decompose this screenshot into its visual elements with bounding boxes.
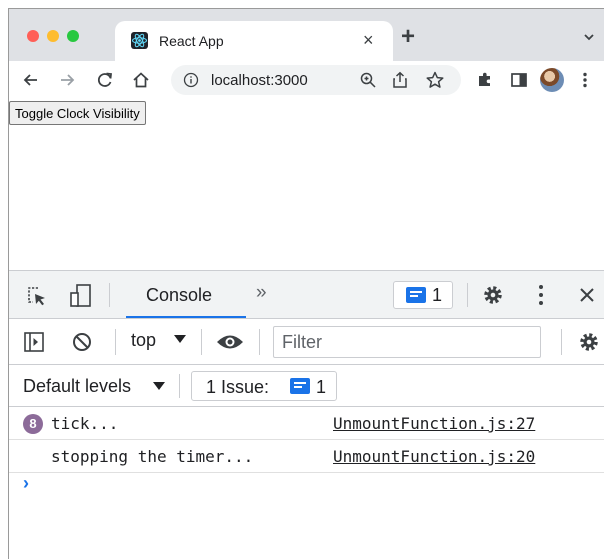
issue-message-icon: [406, 287, 426, 303]
kebab-menu-icon[interactable]: [575, 70, 595, 90]
share-icon[interactable]: [391, 71, 409, 89]
new-tab-button[interactable]: +: [401, 25, 415, 49]
side-panel-icon[interactable]: [509, 70, 529, 90]
devtools-panel: Console » 1 top Filter Default levels 1 …: [9, 270, 604, 559]
react-logo-icon: [131, 32, 148, 49]
home-icon[interactable]: [131, 70, 151, 90]
tab-strip: React App × +: [9, 9, 604, 61]
log-levels-dropdown-icon[interactable]: [153, 382, 165, 390]
address-bar[interactable]: localhost:3000: [171, 65, 461, 95]
console-toolbar: top: [9, 319, 604, 365]
address-url: localhost:3000: [211, 72, 308, 89]
console-prompt-chevron[interactable]: ›: [23, 473, 29, 494]
console-message: stopping the timer... UnmountFunction.js…: [9, 440, 604, 473]
browser-window: React App × + localhost:3000 Toggle Cloc…: [8, 8, 604, 559]
chevron-down-icon[interactable]: [583, 31, 595, 43]
close-window-button[interactable]: [27, 30, 39, 42]
console-message-source-link[interactable]: UnmountFunction.js:27: [333, 414, 535, 433]
extensions-puzzle-icon[interactable]: [475, 70, 495, 90]
show-sidebar-icon[interactable]: [23, 331, 45, 353]
toggle-clock-visibility-button[interactable]: Toggle Clock Visibility: [9, 101, 146, 125]
inspect-element-icon[interactable]: [25, 284, 49, 308]
maximize-window-button[interactable]: [67, 30, 79, 42]
console-message-text: stopping the timer...: [51, 447, 254, 466]
clear-console-icon[interactable]: [71, 331, 93, 353]
issues-counter-label: 1 Issue:: [206, 377, 270, 397]
issues-counter-count: 1: [316, 377, 327, 397]
reload-icon[interactable]: [95, 70, 115, 90]
issues-badge-count: 1: [432, 285, 443, 305]
tab-console[interactable]: Console: [126, 271, 246, 318]
close-devtools-icon[interactable]: [577, 285, 597, 305]
tab-title: React App: [159, 33, 224, 49]
more-tabs-button[interactable]: »: [256, 282, 267, 304]
forward-arrow-icon[interactable]: [57, 70, 77, 90]
settings-gear-icon[interactable]: [481, 283, 505, 307]
minimize-window-button[interactable]: [47, 30, 59, 42]
tab-console-label: Console: [146, 285, 213, 305]
toolbar-divider: [109, 283, 110, 307]
toolbar-divider: [115, 329, 116, 355]
toolbar-divider: [179, 374, 180, 398]
filter-input[interactable]: [282, 331, 532, 353]
page-viewport: Toggle Clock Visibility: [9, 99, 604, 270]
console-message: 8 tick... UnmountFunction.js:27: [9, 407, 604, 440]
issue-message-icon: [290, 378, 310, 394]
context-selector[interactable]: top: [131, 330, 156, 351]
device-toolbar-icon[interactable]: [69, 283, 93, 309]
profile-avatar[interactable]: [540, 68, 564, 92]
live-expression-eye-icon[interactable]: [215, 332, 245, 352]
browser-tab[interactable]: React App ×: [115, 21, 393, 61]
console-messages: 8 tick... UnmountFunction.js:27 stopping…: [9, 407, 604, 559]
navigation-bar: localhost:3000: [9, 61, 604, 99]
issues-counter-button[interactable]: 1 Issue: 1: [191, 371, 337, 401]
devtools-kebab-menu-icon[interactable]: [535, 283, 547, 307]
bookmark-star-icon[interactable]: [425, 70, 445, 90]
toolbar-divider: [201, 329, 202, 355]
devtools-toolbar: Console » 1: [9, 271, 604, 319]
back-arrow-icon[interactable]: [21, 70, 41, 90]
close-tab-icon[interactable]: ×: [363, 30, 374, 50]
filter-input-box[interactable]: [273, 326, 541, 358]
zoom-icon[interactable]: [359, 71, 377, 89]
console-message-source-link[interactable]: UnmountFunction.js:20: [333, 447, 535, 466]
toolbar-divider: [259, 329, 260, 355]
context-dropdown-icon[interactable]: [174, 335, 186, 343]
issues-badge[interactable]: 1: [393, 281, 453, 309]
toolbar-divider: [467, 283, 468, 307]
log-levels-selector[interactable]: Default levels: [23, 376, 131, 397]
toolbar-divider: [561, 329, 562, 355]
console-levels-bar: Default levels 1 Issue: 1: [9, 365, 604, 407]
repeat-count-badge: 8: [23, 414, 43, 434]
console-message-text: tick...: [51, 414, 119, 433]
site-info-icon[interactable]: [183, 72, 199, 88]
console-settings-gear-icon[interactable]: [577, 330, 601, 354]
